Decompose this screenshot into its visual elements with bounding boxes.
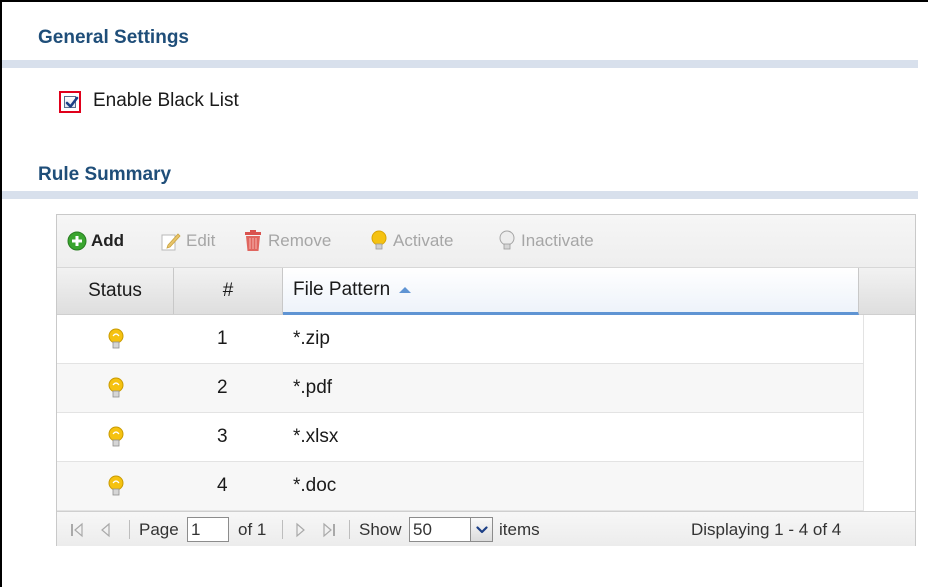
table-row[interactable]: 2 *.pdf	[57, 364, 863, 413]
column-header-file-pattern-label: File Pattern	[293, 279, 391, 300]
index-cell: 2	[217, 377, 228, 398]
pager-separator	[129, 520, 130, 539]
column-header-index-label: #	[222, 280, 234, 301]
grid-body: 1 *.zip 2 *.pdf 3 *.xlsx 4 *.doc	[57, 315, 863, 511]
items-label: items	[499, 519, 540, 539]
table-row[interactable]: 3 *.xlsx	[57, 413, 863, 462]
pattern-cell: *.xlsx	[293, 426, 339, 447]
sort-ascending-icon	[399, 287, 412, 293]
status-cell	[107, 364, 125, 412]
table-row[interactable]: 1 *.zip	[57, 315, 863, 364]
checkbox-box[interactable]	[64, 96, 79, 108]
rule-summary-title: Rule Summary	[38, 164, 172, 185]
section-divider	[2, 191, 918, 199]
inactivate-button[interactable]: Inactivate	[497, 229, 594, 253]
edit-label: Edit	[186, 231, 216, 250]
show-label: Show	[359, 519, 402, 539]
bulb-active-icon	[108, 475, 124, 496]
status-cell	[107, 462, 125, 510]
pattern-cell: *.pdf	[293, 377, 333, 398]
column-header-index[interactable]: #	[174, 268, 283, 314]
previous-page-button[interactable]	[97, 512, 113, 547]
index-cell: 4	[217, 475, 228, 496]
chevron-down-icon	[475, 525, 488, 533]
bulb-active-icon	[108, 328, 124, 349]
table-row[interactable]: 4 *.doc	[57, 462, 863, 511]
last-page-button[interactable]	[321, 512, 337, 547]
edit-icon	[161, 233, 181, 251]
column-header-file-pattern[interactable]: File Pattern	[283, 268, 859, 315]
pattern-cell: *.doc	[293, 475, 337, 496]
index-cell: 1	[217, 328, 228, 349]
general-settings-title: General Settings	[38, 27, 189, 48]
bulb-active-icon	[108, 377, 124, 398]
status-cell	[107, 315, 125, 363]
page-size-dropdown-button[interactable]	[471, 517, 493, 542]
pager-separator	[349, 520, 350, 539]
add-label: Add	[91, 231, 125, 250]
bulb-active-icon	[108, 426, 124, 447]
rule-grid: Add Edit Remove Activate Inactivate Stat…	[56, 214, 916, 546]
first-page-icon	[71, 522, 83, 537]
activate-button[interactable]: Activate	[369, 229, 453, 253]
index-cell: 3	[217, 426, 228, 447]
page-number-input[interactable]: 1	[187, 517, 229, 542]
bulb-off-icon	[499, 230, 515, 250]
activate-label: Activate	[393, 231, 454, 250]
enable-black-list-checkbox[interactable]	[59, 91, 81, 113]
pattern-cell: *.zip	[293, 328, 330, 349]
grid-pager: Page 1 of 1 Show 50 items Displaying 1 -…	[57, 511, 915, 546]
status-cell	[107, 413, 125, 461]
edit-button[interactable]: Edit	[160, 229, 215, 253]
checkmark-icon	[65, 96, 79, 108]
section-divider	[2, 60, 918, 68]
bulb-on-icon	[371, 230, 387, 250]
grid-toolbar: Add Edit Remove Activate Inactivate	[57, 215, 915, 267]
page-label: Page	[139, 519, 179, 539]
pager-separator	[282, 520, 283, 539]
add-icon	[67, 231, 87, 251]
next-page-icon	[296, 522, 305, 537]
trash-icon	[245, 230, 261, 251]
first-page-button[interactable]	[69, 512, 85, 547]
previous-page-icon	[101, 522, 110, 537]
remove-button[interactable]: Remove	[242, 229, 331, 253]
remove-label: Remove	[268, 231, 332, 250]
page-size-select[interactable]: 50	[409, 517, 471, 542]
inactivate-label: Inactivate	[521, 231, 594, 250]
displaying-status: Displaying 1 - 4 of 4	[691, 519, 842, 539]
grid-scroll-area[interactable]	[863, 315, 915, 511]
enable-black-list-label[interactable]: Enable Black List	[93, 90, 239, 112]
add-button[interactable]: Add	[67, 229, 124, 253]
column-header-status-label: Status	[88, 280, 142, 301]
column-header-status[interactable]: Status	[57, 268, 174, 314]
grid-header: Status # File Pattern	[57, 267, 915, 315]
next-page-button[interactable]	[293, 512, 309, 547]
page-count-label: of 1	[238, 519, 267, 539]
last-page-icon	[323, 522, 335, 537]
